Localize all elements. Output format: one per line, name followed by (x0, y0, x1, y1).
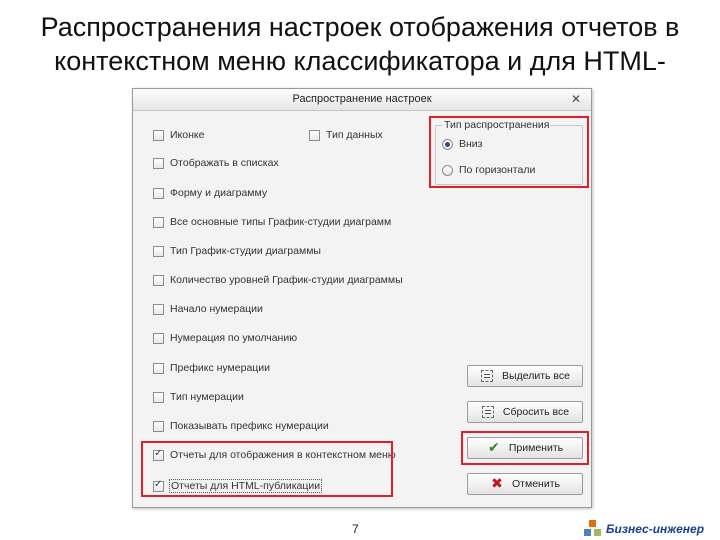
checkbox-box[interactable] (153, 332, 164, 344)
checkbox-numbering-prefix[interactable]: Префикс нумерации (153, 360, 270, 376)
checkbox-label: Тип нумерации (170, 391, 244, 403)
checkbox-diagram-levels[interactable]: Количество уровней График-студии диаграм… (153, 272, 403, 288)
checkbox-box[interactable] (153, 362, 164, 374)
select-all-icon (480, 369, 494, 383)
checkbox-label: Иконке (170, 129, 205, 141)
checkbox-icon-setting[interactable]: Иконке (153, 127, 204, 143)
cross-icon: ✖ (491, 476, 503, 492)
checkbox-label: Форму и диаграмму (170, 187, 268, 199)
checkbox-label: Нумерация по умолчанию (170, 332, 298, 344)
checkbox-form-diagram[interactable]: Форму и диаграмму (153, 185, 267, 201)
checkbox-numbering-type[interactable]: Тип нумерации (153, 389, 244, 405)
checkbox-box[interactable] (153, 187, 164, 199)
checkbox-box[interactable] (153, 216, 164, 228)
brand: Бизнес-инженер (584, 520, 704, 538)
cancel-button[interactable]: ✖ Отменить (467, 473, 583, 495)
select-all-button[interactable]: Выделить все (467, 365, 583, 387)
close-icon[interactable]: ✕ (569, 92, 583, 106)
dialog-titlebar: Распространение настроек ✕ (133, 89, 591, 111)
checkbox-diagram-type[interactable]: Тип График-студии диаграммы (153, 243, 321, 259)
checkbox-label: Показывать префикс нумерации (170, 420, 329, 432)
page-number: 7 (352, 522, 359, 536)
checkbox-box[interactable] (153, 245, 164, 257)
highlight-propagation-type (429, 116, 589, 188)
checkbox-box[interactable] (309, 129, 320, 141)
checkbox-data-type[interactable]: Тип данных (309, 127, 383, 143)
slide-title-text: Распространения настроек отображения отч… (40, 12, 680, 76)
highlight-apply-button (461, 431, 589, 465)
checkbox-box[interactable] (153, 157, 164, 169)
slide-title: Распространения настроек отображения отч… (14, 10, 706, 78)
checkbox-box[interactable] (153, 274, 164, 286)
checkbox-label: Количество уровней График-студии диаграм… (170, 274, 403, 286)
checkbox-show-in-lists[interactable]: Отображать в списках (153, 155, 279, 171)
checkbox-label: Все основные типы График-студии диаграмм (170, 216, 392, 228)
checkbox-label: Префикс нумерации (170, 362, 271, 374)
select-all-label: Выделить все (502, 370, 570, 382)
checkbox-numbering-start[interactable]: Начало нумерации (153, 301, 263, 317)
checkbox-box[interactable] (153, 391, 164, 403)
cancel-label: Отменить (512, 478, 560, 490)
highlight-report-checkboxes (141, 441, 393, 497)
checkbox-default-numbering[interactable]: Нумерация по умолчанию (153, 330, 297, 346)
settings-dialog: Распространение настроек ✕ Иконке Тип да… (132, 88, 592, 508)
reset-all-button[interactable]: Сбросить все (467, 401, 583, 423)
brand-logo-icon (584, 520, 602, 538)
checkbox-label: Тип данных (326, 129, 383, 141)
checkbox-label: Начало нумерации (170, 303, 263, 315)
checkbox-label: Тип График-студии диаграммы (170, 245, 321, 257)
checkbox-box[interactable] (153, 129, 164, 141)
reset-all-icon (481, 405, 495, 419)
reset-all-label: Сбросить все (502, 406, 570, 418)
checkbox-box[interactable] (153, 420, 164, 432)
checkbox-show-numbering-prefix[interactable]: Показывать префикс нумерации (153, 418, 329, 434)
checkbox-label: Отображать в списках (170, 157, 279, 169)
checkbox-main-diagram-types[interactable]: Все основные типы График-студии диаграмм (153, 214, 391, 230)
checkbox-box[interactable] (153, 303, 164, 315)
brand-name: Бизнес-инженер (606, 522, 705, 536)
dialog-title: Распространение настроек (292, 93, 432, 105)
